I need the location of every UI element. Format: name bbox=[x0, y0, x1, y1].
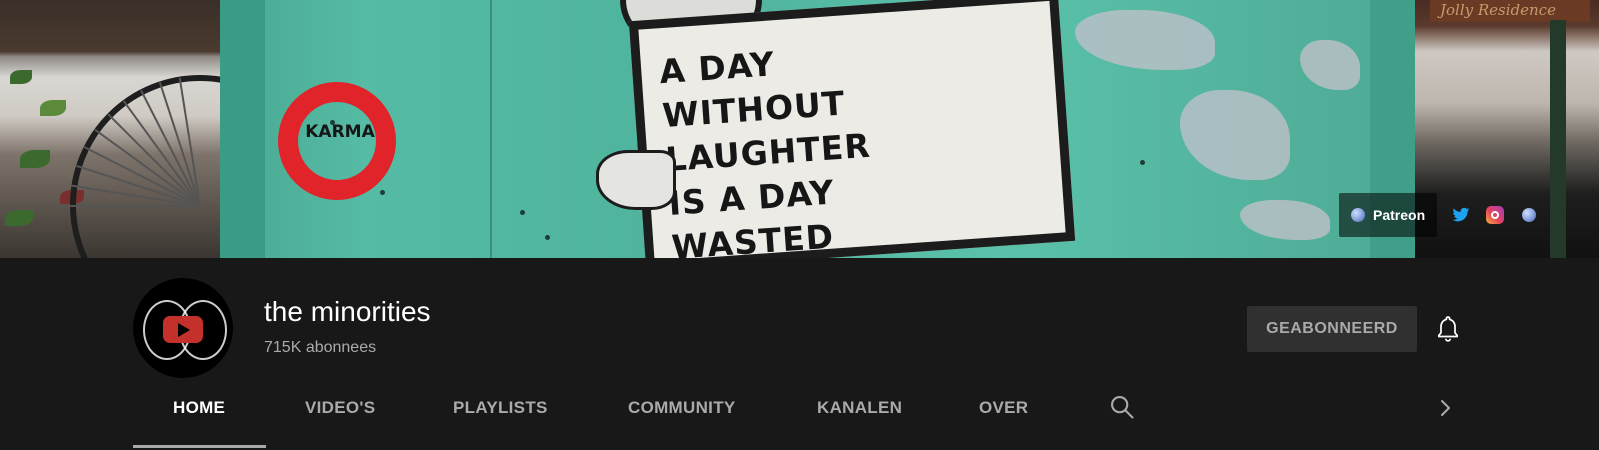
subscriber-count: 715K abonnees bbox=[264, 339, 377, 356]
globe-icon bbox=[1351, 208, 1365, 222]
avatar[interactable] bbox=[133, 278, 233, 378]
play-logo-icon bbox=[163, 316, 203, 343]
channel-name: the minorities bbox=[264, 296, 431, 327]
tab-about[interactable]: OVER bbox=[979, 398, 1028, 418]
channel-page: A DAY WITHOUT LAUGHTER IS A DAY WASTED K… bbox=[0, 0, 1599, 450]
tab-channels[interactable]: KANALEN bbox=[817, 398, 902, 418]
tab-videos[interactable]: VIDEO'S bbox=[305, 398, 375, 418]
tab-community[interactable]: COMMUNITY bbox=[628, 398, 736, 418]
channel-tabs: HOME VIDEO'S PLAYLISTS COMMUNITY KANALEN… bbox=[133, 378, 1473, 450]
poster-text: A DAY WITHOUT LAUGHTER IS A DAY WASTED bbox=[658, 44, 872, 258]
channel-banner: A DAY WITHOUT LAUGHTER IS A DAY WASTED K… bbox=[0, 0, 1599, 258]
banner-links: Patreon bbox=[1339, 193, 1559, 237]
twitter-link[interactable] bbox=[1451, 205, 1471, 225]
subscribed-button[interactable]: GEABONNEERD bbox=[1247, 306, 1417, 352]
patreon-label: Patreon bbox=[1373, 207, 1426, 223]
chevron-right-icon[interactable] bbox=[1433, 396, 1457, 420]
search-icon[interactable] bbox=[1108, 393, 1136, 421]
bell-icon[interactable] bbox=[1435, 315, 1461, 343]
instagram-icon bbox=[1486, 206, 1505, 224]
patreon-link[interactable]: Patreon bbox=[1339, 193, 1438, 237]
wheel-spoke bbox=[70, 205, 200, 207]
banner-poster: A DAY WITHOUT LAUGHTER IS A DAY WASTED bbox=[628, 0, 1076, 258]
stencil-hand bbox=[596, 150, 676, 210]
tab-home[interactable]: HOME bbox=[173, 398, 225, 418]
globe-icon bbox=[1522, 208, 1537, 222]
street-sign: Jolly Residence bbox=[1430, 0, 1590, 22]
karma-label: KARMA bbox=[305, 122, 375, 142]
instagram-link[interactable] bbox=[1485, 205, 1505, 225]
active-tab-indicator bbox=[133, 445, 266, 448]
tab-playlists[interactable]: PLAYLISTS bbox=[453, 398, 548, 418]
website-link[interactable] bbox=[1519, 205, 1539, 225]
channel-header: the minorities 715K abonnees GEABONNEERD… bbox=[0, 258, 1599, 450]
twitter-icon bbox=[1452, 207, 1470, 222]
